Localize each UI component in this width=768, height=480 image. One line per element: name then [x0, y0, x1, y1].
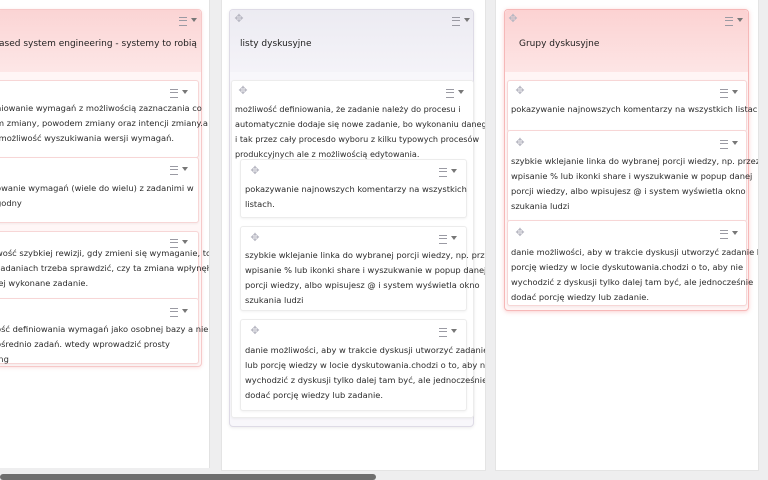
group-box: ased system engineering - systemy to rob…	[0, 9, 209, 367]
card-menu-button[interactable]	[439, 167, 461, 177]
group-title: Grupy dyskusyjne	[519, 39, 600, 49]
hamburger-menu-icon	[179, 17, 187, 26]
card-text: pokazywanie najnowszych komentarzy na ws…	[245, 184, 467, 209]
drag-move-icon[interactable]: ✥	[249, 165, 261, 177]
card-text: wość szybkiej rewizji, gdy zmieni się wy…	[0, 248, 209, 288]
card-menu-button[interactable]	[170, 307, 192, 317]
card-menu-button[interactable]	[439, 234, 461, 244]
hamburger-menu-icon	[439, 235, 447, 244]
card[interactable]: owanie wymagań (wiele do wielu) z zadani…	[0, 157, 199, 223]
group-box: ✥ Grupy dyskusyjne ✥ pokazywanie najnows…	[504, 9, 759, 311]
group-menu-button[interactable]	[179, 16, 201, 26]
group-title: listy dyskusyjne	[240, 39, 312, 49]
hamburger-menu-icon	[720, 89, 728, 98]
caret-down-icon	[451, 169, 457, 173]
hamburger-menu-icon	[170, 166, 178, 175]
hamburger-menu-icon	[720, 140, 728, 149]
drag-move-icon[interactable]: ✥	[514, 227, 526, 239]
caret-down-icon	[732, 231, 738, 235]
horizontal-scrollbar[interactable]	[0, 474, 376, 480]
child-card[interactable]: ✥ pokazywanie najnowszych komentarzy na …	[240, 159, 467, 218]
hamburger-menu-icon	[720, 230, 728, 239]
card-text: pokazywanie najnowszych komentarzy na ws…	[511, 104, 759, 114]
caret-down-icon	[451, 236, 457, 240]
card[interactable]: wość szybkiej rewizji, gdy zmieni się wy…	[0, 231, 209, 301]
parent-card[interactable]: ✥ możliwość definiowania, że zadanie nal…	[231, 80, 486, 418]
group-box: ✥ listy dyskusyjne ✥ możliwość definiowa…	[229, 9, 486, 427]
group-menu-button[interactable]	[452, 16, 474, 26]
card-menu-button[interactable]	[170, 88, 192, 98]
card[interactable]: ✥ szybkie wklejanie linka do wybranej po…	[507, 130, 759, 222]
card-menu-button[interactable]	[439, 327, 461, 337]
card-menu-button[interactable]	[720, 88, 742, 98]
card-text: możliwość definiowania, że zadanie należ…	[235, 104, 485, 159]
caret-down-icon	[451, 329, 457, 333]
drag-move-icon[interactable]: ✥	[233, 13, 245, 25]
child-card[interactable]: ✥ szybkie wklejanie linka do wybranej po…	[240, 226, 486, 311]
caret-down-icon	[182, 167, 188, 171]
card-text: danie możliwości, aby w trakcie dyskusji…	[511, 247, 759, 302]
caret-down-icon	[737, 18, 743, 22]
card-text: niowanie wymagań z możliwością zaznaczan…	[0, 103, 209, 143]
board-column-left: ased system engineering - systemy to rob…	[0, 0, 210, 468]
hamburger-menu-icon	[439, 168, 447, 177]
card-menu-button[interactable]	[446, 88, 468, 98]
caret-down-icon	[464, 18, 470, 22]
card-text: szybkie wklejanie linka do wybranej porc…	[245, 250, 486, 305]
board-column-middle: ✥ listy dyskusyjne ✥ możliwość definiowa…	[221, 0, 486, 471]
child-card[interactable]: ✥ danie możliwości, aby w trakcie dyskus…	[240, 319, 486, 411]
hamburger-menu-icon	[446, 89, 454, 98]
group-menu-button[interactable]	[725, 16, 747, 26]
drag-move-icon[interactable]: ✥	[507, 13, 519, 25]
caret-down-icon	[182, 240, 188, 244]
board-column-right: ✥ Grupy dyskusyjne ✥ pokazywanie najnows…	[495, 0, 759, 471]
card-text: owanie wymagań (wiele do wielu) z zadani…	[0, 183, 194, 208]
caret-down-icon	[458, 90, 464, 94]
card[interactable]: ✥ danie możliwości, aby w trakcie dyskus…	[507, 220, 759, 306]
hamburger-menu-icon	[725, 17, 733, 26]
card-text: ość definiowania wymagań jako osobnej ba…	[0, 324, 209, 364]
caret-down-icon	[732, 90, 738, 94]
card-text: szybkie wklejanie linka do wybranej porc…	[511, 156, 759, 211]
hamburger-menu-icon	[170, 89, 178, 98]
card-menu-button[interactable]	[170, 165, 192, 175]
card-menu-button[interactable]	[720, 139, 742, 149]
hamburger-menu-icon	[170, 308, 178, 317]
card-menu-button[interactable]	[720, 229, 742, 239]
card-text: danie możliwości, aby w trakcie dyskusji…	[245, 345, 486, 400]
drag-move-icon[interactable]: ✥	[249, 232, 261, 244]
hamburger-menu-icon	[439, 328, 447, 337]
caret-down-icon	[182, 309, 188, 313]
drag-move-icon[interactable]: ✥	[514, 85, 526, 97]
drag-move-icon[interactable]: ✥	[249, 325, 261, 337]
card[interactable]: ość definiowania wymagań jako osobnej ba…	[0, 298, 209, 364]
group-title: ased system engineering - systemy to rob…	[0, 39, 197, 49]
caret-down-icon	[182, 90, 188, 94]
card[interactable]: niowanie wymagań z możliwością zaznaczan…	[0, 80, 209, 158]
card[interactable]: ✥ pokazywanie najnowszych komentarzy na …	[507, 80, 759, 132]
drag-move-icon[interactable]: ✥	[514, 137, 526, 149]
drag-move-icon[interactable]: ✥	[237, 85, 249, 97]
hamburger-menu-icon	[452, 17, 460, 26]
caret-down-icon	[732, 141, 738, 145]
caret-down-icon	[191, 18, 197, 22]
